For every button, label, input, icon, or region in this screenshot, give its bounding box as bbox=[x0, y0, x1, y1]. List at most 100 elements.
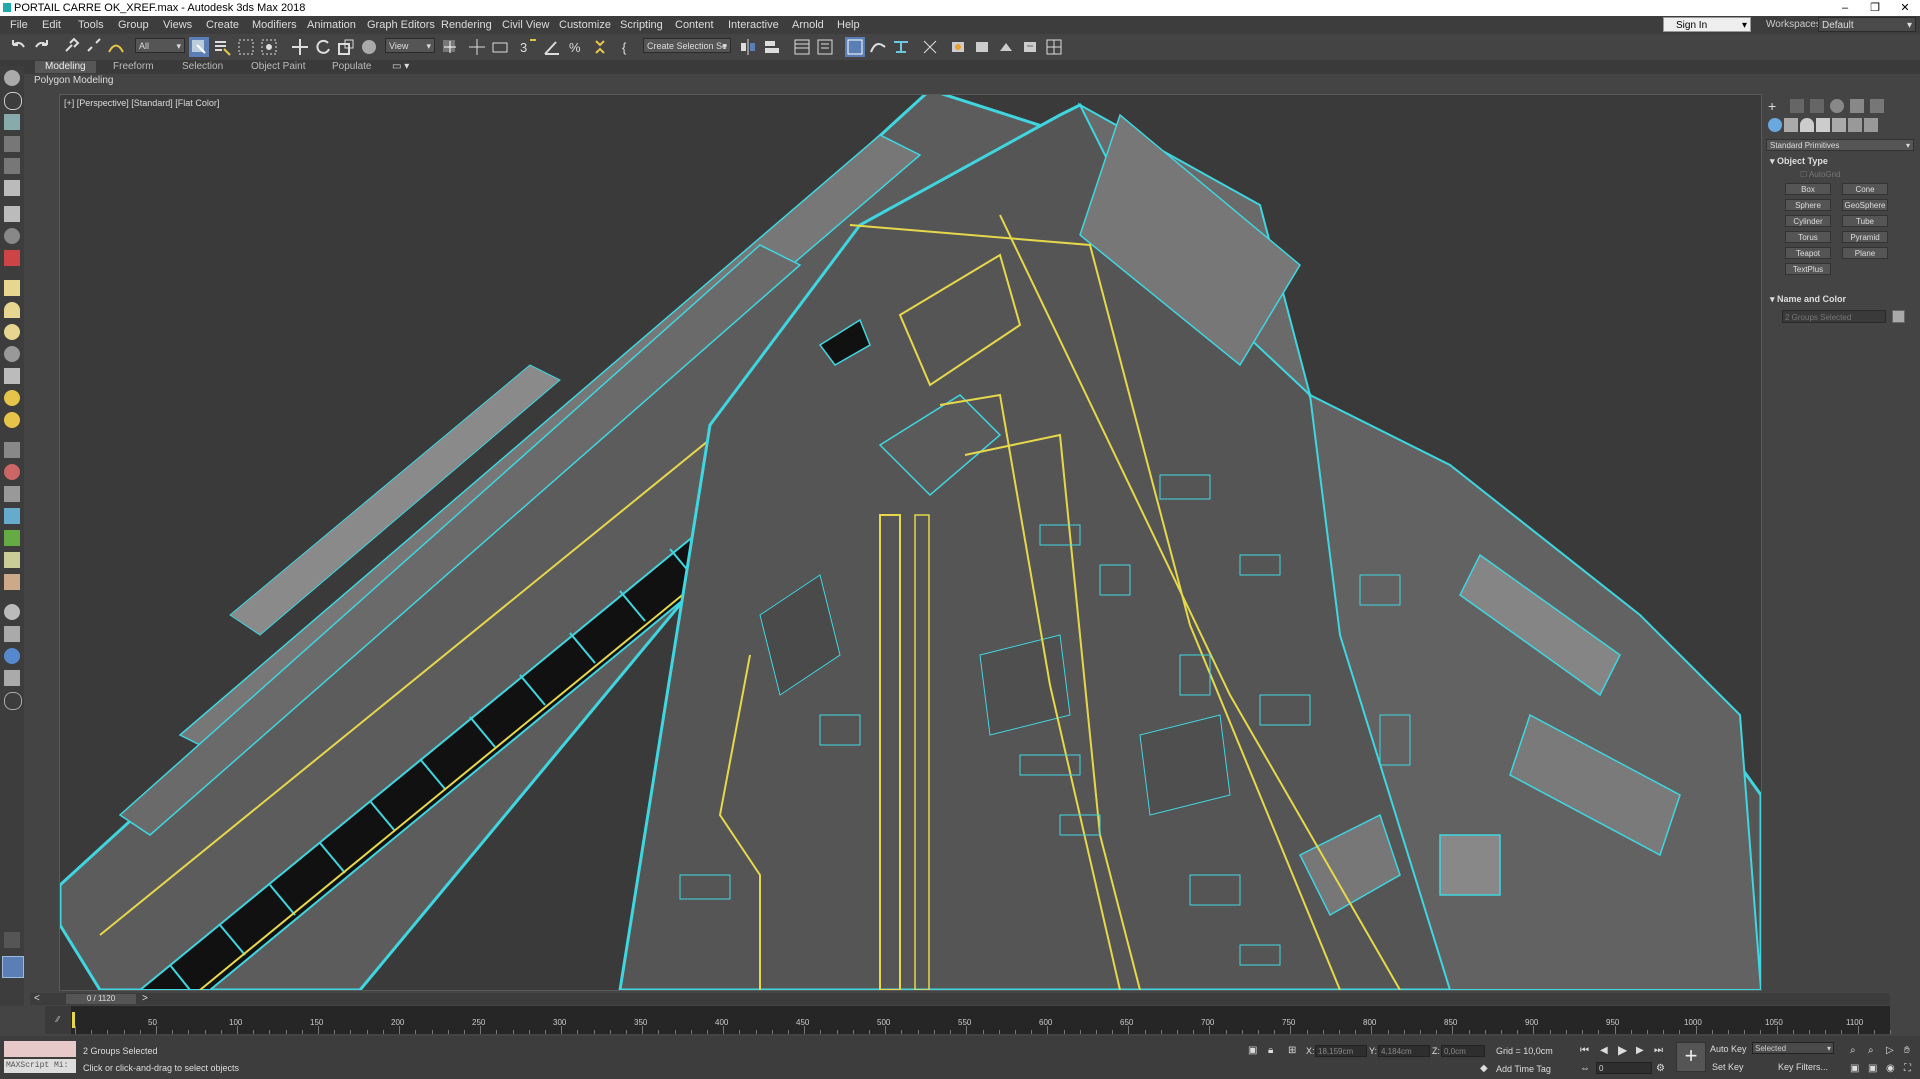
hide-icon[interactable] bbox=[4, 206, 20, 222]
pyramid-button[interactable]: Pyramid bbox=[1842, 231, 1888, 243]
rendered-frame-window-icon[interactable] bbox=[972, 37, 992, 57]
rotate-icon[interactable] bbox=[313, 37, 333, 57]
sign-in-dropdown[interactable]: Sign In ▾ bbox=[1663, 17, 1751, 32]
cone-icon[interactable] bbox=[4, 368, 20, 384]
previous-frame-icon[interactable]: ◀ bbox=[1600, 1046, 1608, 1056]
systems-icon[interactable] bbox=[1864, 118, 1878, 132]
add-time-tag-button[interactable]: Add Time Tag bbox=[1496, 1064, 1551, 1074]
place-icon[interactable] bbox=[359, 37, 379, 57]
cone-button[interactable]: Cone bbox=[1842, 183, 1888, 195]
restore-button[interactable]: ❐ bbox=[1860, 1, 1890, 15]
perspective-viewport[interactable]: [+] [Perspective] [Standard] [Flat Color… bbox=[59, 94, 1762, 991]
select-by-name-icon[interactable] bbox=[212, 37, 232, 57]
time-configuration-icon[interactable]: ⚙︎ bbox=[1656, 1064, 1665, 1074]
y-coordinate-field[interactable]: 4,184cm bbox=[1378, 1045, 1430, 1057]
create-tab-icon[interactable]: + bbox=[1768, 99, 1782, 113]
material-editor-icon[interactable] bbox=[920, 37, 940, 57]
move-icon[interactable] bbox=[290, 37, 310, 57]
sphere-button[interactable]: Sphere bbox=[1785, 199, 1831, 211]
paint-icon[interactable] bbox=[4, 552, 20, 568]
percent-snap-icon[interactable]: % bbox=[566, 37, 586, 57]
render-sphere-icon[interactable] bbox=[4, 604, 20, 620]
menu-rendering[interactable]: Rendering bbox=[441, 19, 492, 31]
workspace-dropdown[interactable]: Default ▾ bbox=[1818, 17, 1916, 32]
key-mode-dropdown[interactable]: Selected ▾ bbox=[1752, 1042, 1834, 1054]
hierarchy-tab-icon[interactable] bbox=[1810, 99, 1824, 113]
create-icon[interactable] bbox=[4, 70, 20, 86]
object-name-field[interactable]: 2 Groups Selected bbox=[1782, 310, 1886, 323]
arnold-render-icon[interactable] bbox=[1044, 37, 1064, 57]
foliage-icon[interactable] bbox=[4, 530, 20, 546]
set-key-button[interactable]: Set Key bbox=[1712, 1062, 1744, 1072]
scale-icon[interactable] bbox=[336, 37, 356, 57]
ribbon-tab-object-paint[interactable]: Object Paint bbox=[251, 61, 305, 73]
mirror-icon[interactable] bbox=[738, 37, 758, 57]
torus-button[interactable]: Torus bbox=[1785, 231, 1831, 243]
edit-named-selection-icon[interactable]: { bbox=[620, 37, 640, 57]
zoom-extents-all-icon[interactable]: ▣ bbox=[1868, 1064, 1877, 1074]
menu-graph-editors[interactable]: Graph Editors bbox=[367, 19, 435, 31]
torus-icon[interactable] bbox=[4, 346, 20, 362]
menu-scripting[interactable]: Scripting bbox=[620, 19, 663, 31]
script-icon[interactable] bbox=[4, 670, 20, 686]
modifier-icon[interactable] bbox=[4, 486, 20, 502]
modify-tab-icon[interactable] bbox=[1790, 99, 1804, 113]
zoom-extents-icon[interactable]: ▣ bbox=[1850, 1064, 1859, 1074]
toggle-scene-explorer-icon[interactable] bbox=[792, 37, 812, 57]
redo-icon[interactable] bbox=[32, 37, 52, 57]
plane-button[interactable]: Plane bbox=[1842, 247, 1888, 259]
ribbon-options-icon[interactable]: ▭ ▾ bbox=[392, 61, 409, 73]
particles-icon[interactable] bbox=[4, 464, 20, 480]
display-tab-icon[interactable] bbox=[1850, 99, 1864, 113]
freeze-icon[interactable] bbox=[4, 180, 20, 196]
dome-icon[interactable] bbox=[4, 302, 20, 318]
hierarchy-icon[interactable] bbox=[4, 92, 22, 110]
maxscript-mini-listener[interactable]: MAXScript Mi: bbox=[4, 1059, 76, 1073]
display-icon[interactable] bbox=[4, 114, 20, 130]
schematic-icon[interactable] bbox=[4, 626, 20, 642]
field-of-view-icon[interactable]: ▷ bbox=[1886, 1046, 1894, 1056]
current-frame-field[interactable]: 0 bbox=[1596, 1062, 1652, 1074]
menu-arnold[interactable]: Arnold bbox=[792, 19, 824, 31]
shapes-icon[interactable] bbox=[1784, 118, 1798, 132]
utilities-tab-icon[interactable] bbox=[1870, 99, 1884, 113]
light-icon[interactable] bbox=[4, 390, 20, 406]
sphere-icon[interactable] bbox=[4, 324, 20, 340]
angle-snap-icon[interactable] bbox=[542, 37, 562, 57]
menu-file[interactable]: File bbox=[10, 19, 28, 31]
box-icon[interactable] bbox=[4, 280, 20, 296]
keyboard-shortcut-override-icon[interactable] bbox=[490, 37, 510, 57]
object-color-swatch[interactable] bbox=[1892, 310, 1905, 323]
list-icon[interactable] bbox=[4, 136, 20, 152]
spinner-snap-icon[interactable] bbox=[590, 37, 610, 57]
isolate-icon[interactable] bbox=[4, 228, 20, 244]
x-coordinate-field[interactable]: 18,159cm bbox=[1315, 1045, 1367, 1057]
minimize-button[interactable]: – bbox=[1830, 1, 1860, 15]
pan-icon[interactable]: ✋︎ bbox=[1904, 1046, 1910, 1056]
unlink-icon[interactable] bbox=[84, 37, 104, 57]
track-bar[interactable]: ⁄⁄ 50 100 150 200 250 300 350 400 450 50… bbox=[45, 1006, 1891, 1034]
autogrid-checkbox[interactable]: ☐ AutoGrid bbox=[1800, 170, 1841, 179]
tube-button[interactable]: Tube bbox=[1842, 215, 1888, 227]
viewport-layout-icon[interactable] bbox=[2, 956, 24, 978]
ribbon-tab-populate[interactable]: Populate bbox=[332, 61, 371, 73]
time-slider-track[interactable]: < > bbox=[30, 993, 1890, 1005]
orbit-icon[interactable]: ◉ bbox=[1886, 1064, 1895, 1074]
time-tag-icon[interactable]: ◆ bbox=[1480, 1064, 1488, 1074]
box-button[interactable]: Box bbox=[1785, 183, 1831, 195]
ribbon-tab-modeling[interactable]: Modeling bbox=[35, 61, 96, 73]
maximize-viewport-icon[interactable]: ⛶ bbox=[1904, 1064, 1911, 1074]
link-icon[interactable] bbox=[62, 37, 82, 57]
cylinder-button[interactable]: Cylinder bbox=[1785, 215, 1831, 227]
close-button[interactable]: ✕ bbox=[1890, 1, 1920, 15]
absolute-mode-icon[interactable]: ⊞ bbox=[1288, 1046, 1296, 1056]
selection-lock-icon[interactable]: 🔒︎ bbox=[1268, 1046, 1273, 1056]
select-object-icon[interactable] bbox=[189, 37, 209, 57]
teapot-button[interactable]: Teapot bbox=[1785, 247, 1831, 259]
next-frame-icon[interactable]: ▶ bbox=[1636, 1046, 1644, 1056]
cameras-icon[interactable] bbox=[1816, 118, 1830, 132]
geosphere-button[interactable]: GeoSphere bbox=[1842, 199, 1888, 211]
curve-editor-icon[interactable] bbox=[868, 37, 888, 57]
menu-views[interactable]: Views bbox=[163, 19, 192, 31]
grid-icon[interactable] bbox=[4, 442, 20, 458]
